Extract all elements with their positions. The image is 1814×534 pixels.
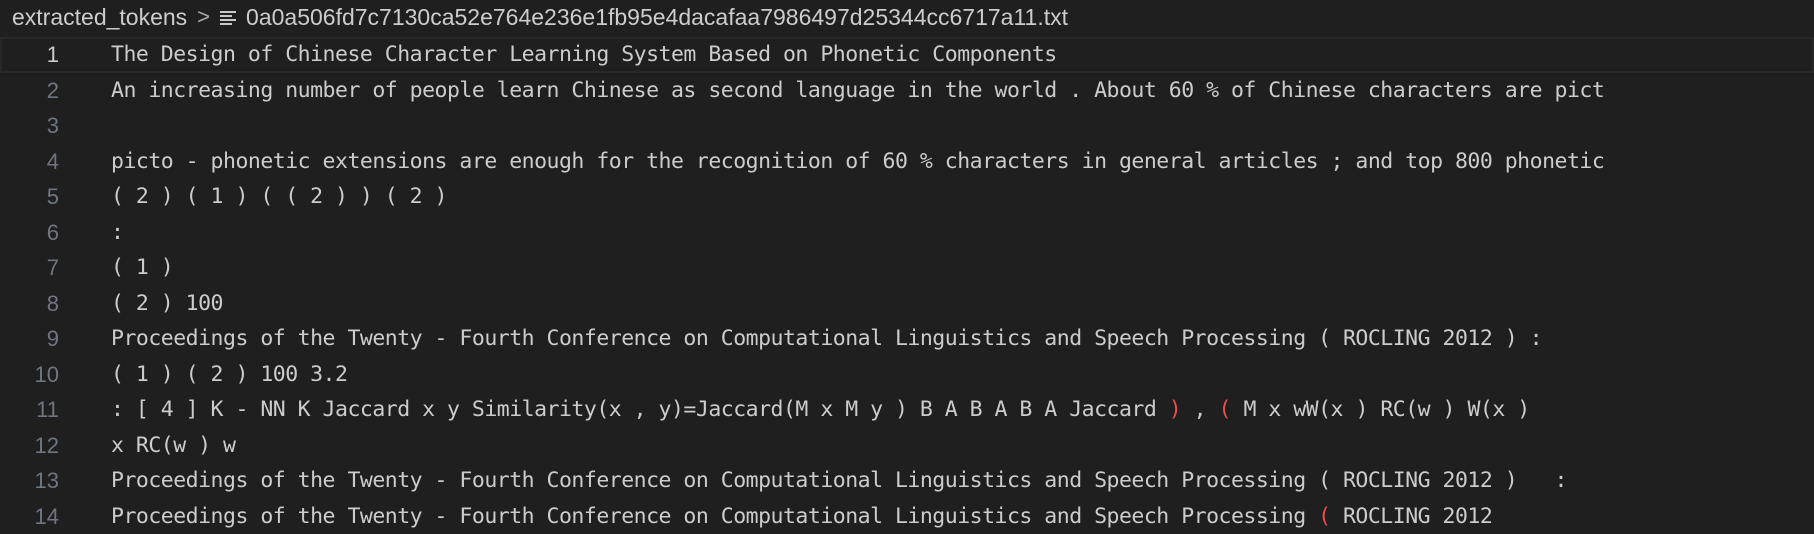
line-text: Proceedings of the Twenty - Fourth Confe…	[111, 499, 1493, 534]
line-number: 6	[46, 219, 59, 245]
line-text: ( 1 ) ( 2 ) 100 3.2	[111, 361, 348, 387]
line-number: 12	[34, 432, 59, 458]
line-text-segment: ,	[1181, 397, 1219, 422]
line-text: Proceedings of the Twenty - Fourth Confe…	[111, 468, 1567, 493]
line-number: 10	[34, 361, 59, 387]
code-line[interactable]: 7 ( 1 )	[0, 250, 1814, 286]
line-number: 2	[46, 77, 59, 103]
breadcrumb-folder[interactable]: extracted_tokens	[12, 4, 187, 31]
code-line[interactable]: 11 : [ 4 ] K - NN K Jaccard x y Similari…	[0, 392, 1814, 428]
line-number: 1	[46, 42, 59, 67]
line-text-segment: : [ 4 ] K - NN K Jaccard x y Similarity(…	[111, 397, 1169, 422]
code-line[interactable]: 1 The Design of Chinese Character Learni…	[0, 37, 1814, 73]
breadcrumb-file[interactable]: 0a0a506fd7c7130ca52e764e236e1fb95e4dacaf…	[246, 4, 1068, 31]
line-text: An increasing number of people learn Chi…	[111, 77, 1605, 103]
line-text-segment: Proceedings of the Twenty - Fourth Confe…	[111, 503, 1319, 529]
line-number: 8	[46, 290, 59, 316]
line-text: ( 2 ) 100	[111, 290, 224, 316]
code-line[interactable]: 10 ( 1 ) ( 2 ) 100 3.2	[0, 357, 1814, 393]
unmatched-bracket: )	[1168, 397, 1182, 422]
lines-icon	[220, 9, 237, 25]
code-line[interactable]: 5 ( 2 ) ( 1 ) ( ( 2 ) ) ( 2 )	[0, 179, 1814, 215]
breadcrumb: extracted_tokens > 0a0a506fd7c7130ca52e7…	[0, 0, 1814, 34]
code-line[interactable]: 12 x RC(w ) w	[0, 428, 1814, 464]
line-text: : [ 4 ] K - NN K Jaccard x y Similarity(…	[111, 392, 1530, 428]
text-editor: extracted_tokens > 0a0a506fd7c7130ca52e7…	[0, 0, 1814, 534]
code-line[interactable]: 8 ( 2 ) 100	[0, 286, 1814, 322]
line-text: :	[111, 219, 124, 245]
line-number: 11	[36, 397, 59, 422]
code-line[interactable]: 14 Proceedings of the Twenty - Fourth Co…	[0, 499, 1814, 534]
line-text: Proceedings of the Twenty - Fourth Confe…	[111, 326, 1543, 351]
line-text: x RC(w ) w	[111, 432, 236, 458]
line-number: 9	[46, 326, 59, 351]
line-number: 13	[34, 468, 59, 493]
unmatched-bracket: (	[1318, 503, 1331, 529]
line-text-segment: ROCLING 2012	[1330, 503, 1493, 529]
line-text: ( 2 ) ( 1 ) ( ( 2 ) ) ( 2 )	[111, 184, 448, 209]
line-text-segment: M x wW(x ) RC(w ) W(x )	[1231, 397, 1530, 422]
code-line[interactable]: 13 Proceedings of the Twenty - Fourth Co…	[0, 463, 1814, 499]
code-line[interactable]: 2 An increasing number of people learn C…	[0, 73, 1814, 109]
code-line[interactable]: 6 :	[0, 215, 1814, 251]
line-text: ( 1 )	[111, 255, 174, 280]
line-number: 14	[34, 503, 59, 529]
line-number: 3	[46, 113, 59, 138]
code-line[interactable]: 9 Proceedings of the Twenty - Fourth Con…	[0, 321, 1814, 357]
line-text: The Design of Chinese Character Learning…	[111, 42, 1057, 67]
line-text: picto - phonetic extensions are enough f…	[111, 148, 1605, 174]
code-line[interactable]: 3	[0, 108, 1814, 144]
code-area[interactable]: 1 The Design of Chinese Character Learni…	[0, 37, 1814, 534]
unmatched-bracket: (	[1218, 397, 1232, 422]
code-line[interactable]: 4 picto - phonetic extensions are enough…	[0, 144, 1814, 180]
line-number: 5	[46, 184, 59, 209]
line-number: 7	[46, 255, 59, 280]
line-number: 4	[46, 148, 59, 174]
breadcrumb-separator: >	[197, 4, 211, 29]
